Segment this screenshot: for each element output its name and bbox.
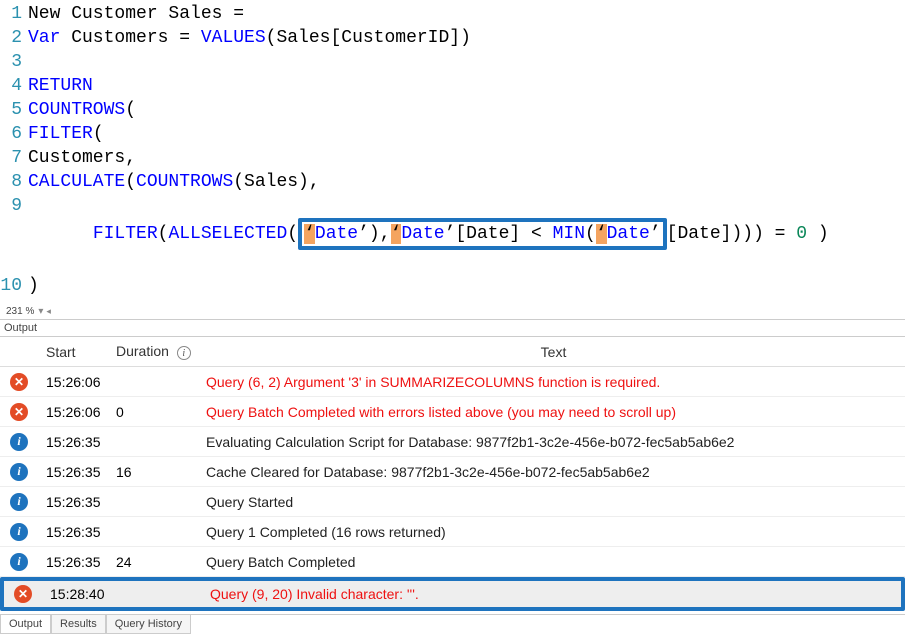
line-number: 8 (0, 170, 28, 194)
code-text: New Customer Sales = (28, 2, 244, 26)
code-text: ) (28, 274, 39, 298)
code-text: COUNTROWS( (28, 98, 136, 122)
table-row[interactable]: i 15:26:35 Query Started (0, 487, 905, 517)
info-icon: i (10, 523, 28, 541)
info-icon: i (10, 463, 28, 481)
code-line[interactable]: 1New Customer Sales = (0, 2, 905, 26)
grid-header-row: Start Duration i Text (0, 337, 905, 367)
highlighted-code-box: ‘Date’),‘Date’[Date] < MIN(‘Date’ (298, 218, 667, 250)
cell-text: Query (9, 20) Invalid character: '''. (206, 586, 901, 602)
line-number: 10 (0, 274, 28, 298)
info-icon: i (10, 553, 28, 571)
cell-duration: 16 (112, 464, 202, 480)
code-line[interactable]: 7Customers, (0, 146, 905, 170)
code-text: Customers, (28, 146, 136, 170)
code-line[interactable]: 2Var Customers = VALUES(Sales[CustomerID… (0, 26, 905, 50)
cell-text: Query (6, 2) Argument '3' in SUMMARIZECO… (202, 374, 905, 390)
line-number: 1 (0, 2, 28, 26)
cell-text: Query Started (202, 494, 905, 510)
output-panel: Output Start Duration i Text ✕ 15:26:06 Qu… (0, 319, 905, 634)
cell-text: Evaluating Calculation Script for Databa… (202, 434, 905, 450)
error-icon: ✕ (10, 373, 28, 391)
header-text[interactable]: Text (202, 344, 905, 360)
cell-start: 15:26:35 (44, 434, 112, 450)
code-line[interactable]: 8CALCULATE(COUNTROWS(Sales), (0, 170, 905, 194)
code-line[interactable]: 5COUNTROWS( (0, 98, 905, 122)
output-tabs: Output Results Query History (0, 614, 905, 634)
cell-start: 15:26:35 (44, 524, 112, 540)
code-line[interactable]: 3 (0, 50, 905, 74)
cell-start: 15:26:06 (44, 404, 112, 420)
info-icon: i (10, 493, 28, 511)
tab-results[interactable]: Results (51, 615, 106, 634)
code-text: FILTER( (28, 122, 104, 146)
table-row[interactable]: ✕ 15:26:060Query Batch Completed with err… (0, 397, 905, 427)
table-row[interactable]: i 15:26:3516Cache Cleared for Database: 9… (0, 457, 905, 487)
output-panel-label: Output (0, 320, 905, 337)
code-editor[interactable]: 1New Customer Sales =2Var Customers = VA… (0, 0, 905, 302)
code-text: CALCULATE(COUNTROWS(Sales), (28, 170, 320, 194)
info-icon: i (10, 433, 28, 451)
info-icon[interactable]: i (177, 346, 191, 360)
code-line-10[interactable]: 10 ) (0, 274, 905, 298)
cell-text: Cache Cleared for Database: 9877f2b1-3c2… (202, 464, 905, 480)
cell-text: Query 1 Completed (16 rows returned) (202, 524, 905, 540)
line-number: 3 (0, 50, 28, 74)
line-number: 2 (0, 26, 28, 50)
cell-duration: 24 (112, 554, 202, 570)
cell-duration: 0 (112, 404, 202, 420)
table-row[interactable]: i 15:26:35 Query 1 Completed (16 rows retu… (0, 517, 905, 547)
cell-start: 15:26:35 (44, 464, 112, 480)
cell-start: 15:26:35 (44, 554, 112, 570)
error-icon: ✕ (14, 585, 32, 603)
cell-start: 15:26:35 (44, 494, 112, 510)
code-line[interactable]: 6FILTER( (0, 122, 905, 146)
zoom-indicator[interactable]: 231 % ▾ ◂ (0, 302, 905, 319)
code-text: Var Customers = VALUES(Sales[CustomerID]… (28, 26, 471, 50)
error-icon: ✕ (10, 403, 28, 421)
table-row[interactable]: i 15:26:3524Query Batch Completed (0, 547, 905, 577)
line-number: 4 (0, 74, 28, 98)
line-number: 7 (0, 146, 28, 170)
output-grid[interactable]: Start Duration i Text ✕ 15:26:06 Query (6,… (0, 337, 905, 611)
cell-text: Query Batch Completed (202, 554, 905, 570)
zoom-value: 231 % (6, 306, 34, 317)
code-text (28, 50, 39, 74)
table-row[interactable]: i 15:26:35 Evaluating Calculation Script f… (0, 427, 905, 457)
code-text: RETURN (28, 74, 93, 98)
table-row[interactable]: ✕ 15:28:40 Query (9, 20) Invalid character… (0, 577, 905, 611)
code-line-9[interactable]: 9 FILTER(ALLSELECTED(‘Date’),‘Date’[Date… (0, 194, 905, 274)
cell-start: 15:28:40 (48, 586, 116, 602)
tab-output[interactable]: Output (0, 615, 51, 634)
table-row[interactable]: ✕ 15:26:06 Query (6, 2) Argument '3' in SU… (0, 367, 905, 397)
line-number: 9 (0, 194, 28, 274)
cell-start: 15:26:06 (44, 374, 112, 390)
zoom-reset-icon[interactable]: ◂ (46, 306, 51, 317)
line-number: 5 (0, 98, 28, 122)
tab-query-history[interactable]: Query History (106, 615, 191, 634)
zoom-dropdown-icon[interactable]: ▾ (38, 306, 42, 317)
cell-text: Query Batch Completed with errors listed… (202, 404, 905, 420)
header-duration[interactable]: Duration i (112, 343, 202, 361)
token-allselected: ALLSELECTED (168, 224, 287, 244)
header-start[interactable]: Start (44, 344, 112, 360)
line-number: 6 (0, 122, 28, 146)
token-filter: FILTER (93, 224, 158, 244)
code-line[interactable]: 4RETURN (0, 74, 905, 98)
